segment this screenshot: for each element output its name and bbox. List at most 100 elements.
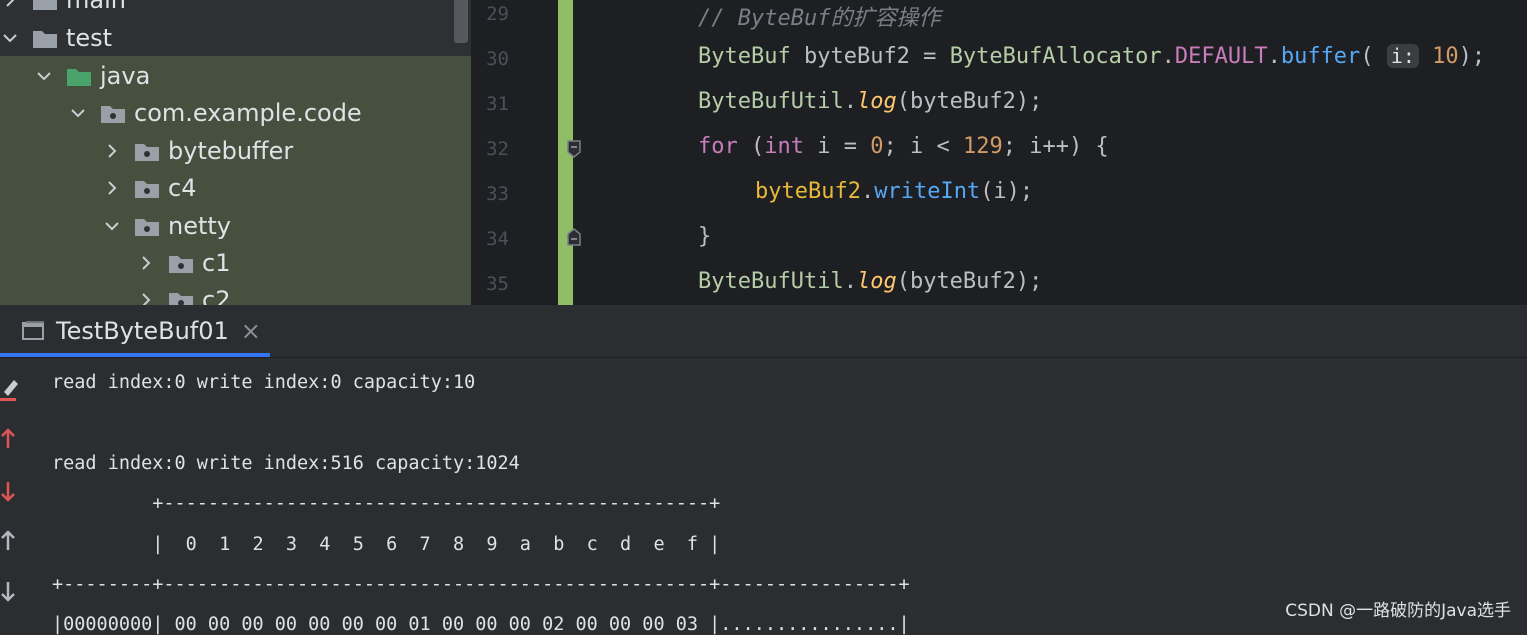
chevron-down-icon[interactable] [68, 103, 88, 123]
code-token: ); [1458, 44, 1486, 69]
package-icon [134, 140, 160, 161]
console-window-icon [22, 320, 46, 342]
code-line-34: } [698, 224, 711, 249]
code-token: . [843, 269, 857, 294]
code-token: writeInt [874, 179, 981, 204]
line-number: 34 [486, 228, 509, 250]
tree-item-label: java [100, 61, 151, 90]
code-token: . [1267, 44, 1281, 69]
project-tree: main test java com.example.code bytebuff… [0, 0, 471, 305]
code-comment: // ByteBuf的扩容操作 [698, 6, 941, 31]
tree-item-bytebuffer[interactable]: bytebuffer [102, 132, 293, 169]
source-folder-icon [66, 65, 92, 86]
code-token: . [843, 89, 857, 114]
chevron-right-icon[interactable] [136, 290, 156, 305]
close-icon[interactable]: × [241, 317, 261, 345]
line-number: 31 [486, 93, 509, 115]
code-token: = [909, 44, 950, 69]
code-token: (i); [980, 179, 1034, 204]
code-line-32: for (int i = 0; i < 129; i++) { [698, 134, 1109, 159]
code-token: buffer [1280, 44, 1361, 69]
code-token: . [860, 179, 875, 204]
tree-scrollbar-thumb[interactable] [454, 0, 468, 43]
chevron-right-icon[interactable] [0, 0, 20, 10]
line-number: 30 [486, 48, 509, 70]
chevron-down-icon[interactable] [102, 216, 122, 236]
run-tool-window-header: TestByteBuf01 × [0, 305, 1527, 358]
tree-item-java[interactable]: java [34, 57, 150, 94]
line-number-gutter: 29 30 31 32 33 34 35 [471, 0, 557, 305]
console-line: +---------------------------------------… [52, 493, 721, 514]
line-number: 35 [486, 273, 509, 295]
code-token: ByteBufUtil [698, 269, 844, 294]
package-icon [134, 177, 160, 198]
tree-item-c2[interactable]: c2 [136, 281, 230, 305]
code-token: byteBuf2 [803, 44, 910, 69]
package-icon [100, 102, 126, 123]
tree-item-c4[interactable]: c4 [102, 169, 196, 206]
tree-item-label: main [66, 0, 126, 14]
code-token: ( [1360, 44, 1374, 69]
line-number: 32 [486, 138, 509, 160]
tree-item-com-example-code[interactable]: com.example.code [68, 94, 362, 131]
fold-start-icon[interactable] [567, 140, 581, 158]
line-number: 33 [486, 183, 509, 205]
watermark: CSDN @一路破防的Java选手 [1285, 601, 1511, 621]
package-icon [134, 215, 160, 236]
code-editor[interactable]: 29 30 31 32 33 34 35 // ByteBuf的扩容操作 Byt… [471, 0, 1527, 305]
code-token: } [698, 224, 712, 249]
tree-item-main[interactable]: main [0, 0, 126, 18]
code-token: 0 [870, 134, 884, 159]
code-token: ByteBufUtil [698, 89, 844, 114]
tree-item-label: c2 [202, 285, 231, 306]
console-output[interactable]: read index:0 write index:0 capacity:10 r… [0, 358, 1527, 635]
code-token: i = [804, 134, 871, 159]
console-line: +--------+------------------------------… [52, 574, 910, 595]
tree-item-label: c4 [168, 173, 197, 202]
arrow-up-icon[interactable] [0, 530, 16, 556]
chevron-right-icon[interactable] [102, 141, 122, 161]
arrow-down-error-icon[interactable] [0, 480, 16, 506]
code-token: 10 [1432, 44, 1459, 69]
code-token: ( [737, 134, 765, 159]
chevron-down-icon[interactable] [0, 28, 20, 48]
tree-item-label: c1 [202, 248, 231, 277]
code-line-29: // ByteBuf的扩容操作 [698, 0, 940, 32]
parameter-hint: i: [1386, 44, 1419, 68]
code-token: byteBuf2 [755, 179, 861, 204]
console-line: | 0 1 2 3 4 5 6 7 8 9 a b c d e f | [52, 534, 721, 555]
code-token: for [698, 134, 738, 159]
tree-item-c1[interactable]: c1 [136, 244, 230, 281]
chevron-right-icon[interactable] [102, 178, 122, 198]
chevron-right-icon[interactable] [136, 253, 156, 273]
active-tab-indicator [0, 353, 270, 357]
tree-item-test[interactable]: test [0, 19, 112, 56]
code-token: (byteBuf2); [896, 89, 1043, 114]
tree-item-label: test [66, 23, 113, 52]
tree-item-label: netty [168, 211, 231, 240]
code-token: . [1161, 44, 1175, 69]
clear-output-icon[interactable] [0, 376, 20, 406]
code-line-33: byteBuf2.writeInt(i); [755, 179, 1033, 204]
tree-item-netty[interactable]: netty [102, 207, 231, 244]
chevron-down-icon[interactable] [34, 66, 54, 86]
tree-item-label: bytebuffer [168, 136, 294, 165]
code-line-30: ByteBuf byteBuf2 = ByteBufAllocator.DEFA… [698, 44, 1485, 69]
code-token: log [856, 89, 897, 114]
package-icon [168, 289, 194, 305]
code-token: (byteBuf2); [896, 269, 1043, 294]
line-number: 29 [486, 3, 509, 25]
arrow-up-error-icon[interactable] [0, 428, 16, 454]
code-line-31: ByteBufUtil.log(byteBuf2); [698, 89, 1042, 114]
tab-run-config[interactable]: TestByteBuf01 × [0, 305, 270, 357]
console-line: |00000000| 00 00 00 00 00 00 00 01 00 00… [52, 614, 910, 635]
folder-icon [32, 27, 58, 48]
console-line: read index:0 write index:516 capacity:10… [52, 453, 520, 474]
package-icon [168, 252, 194, 273]
arrow-down-icon[interactable] [0, 580, 16, 606]
code-token: ; i < [883, 134, 963, 159]
code-token: DEFAULT [1174, 44, 1268, 69]
run-tab-label: TestByteBuf01 [56, 317, 229, 345]
code-token: ; i++) { [1002, 134, 1109, 159]
fold-end-icon[interactable] [567, 228, 581, 246]
